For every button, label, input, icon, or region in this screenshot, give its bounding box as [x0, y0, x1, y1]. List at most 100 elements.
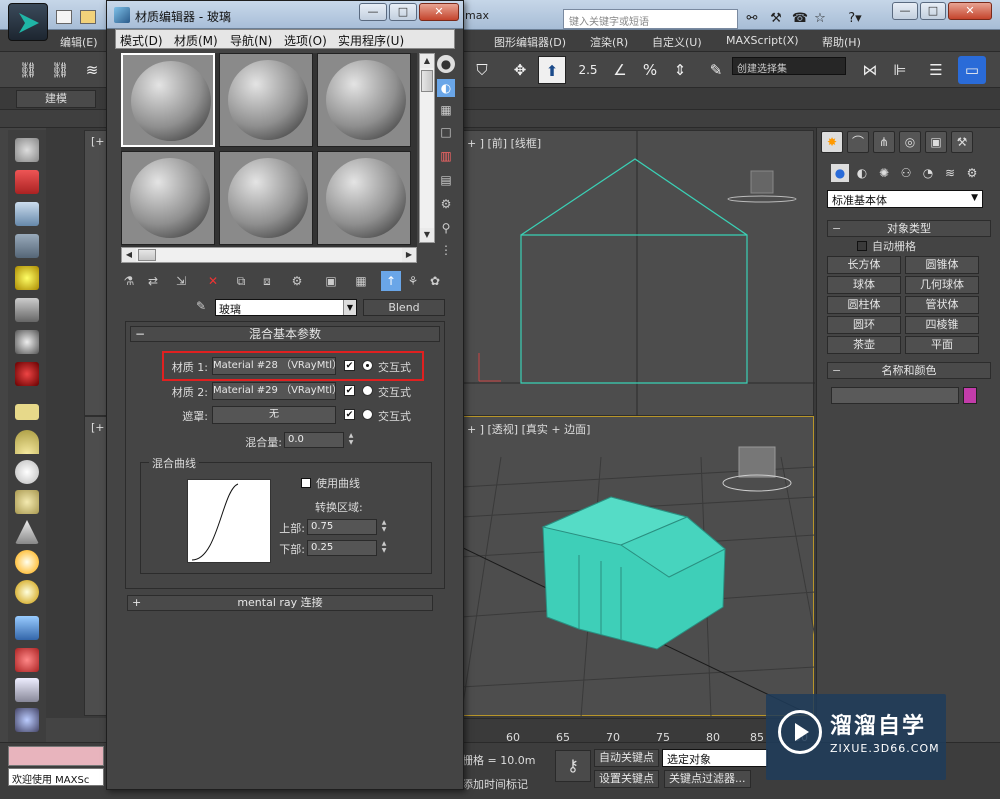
viewport-front[interactable]: + ] [前] [线框]	[460, 130, 815, 417]
particles-icon[interactable]	[15, 616, 39, 640]
background-checker-icon[interactable]: ▦	[437, 101, 455, 119]
mask-slot-button[interactable]: 无	[212, 406, 336, 424]
material2-enable-checkbox[interactable]: ✔	[344, 385, 355, 396]
menu-edit[interactable]: 编辑(E)	[60, 34, 98, 50]
move-icon[interactable]: ✥	[506, 56, 534, 84]
chevron-down-icon[interactable]: ▼	[343, 300, 356, 315]
pyramid-button[interactable]: 四棱锥	[905, 316, 979, 334]
material-editor-titlebar[interactable]: 材质编辑器 - 玻璃 — □ ✕	[107, 1, 463, 29]
cone-button[interactable]: 圆锥体	[905, 256, 979, 274]
object-color-swatch[interactable]	[963, 387, 977, 404]
scroll-up-icon[interactable]: ▲	[420, 54, 434, 68]
document-icon[interactable]	[15, 202, 39, 226]
shapes-icon[interactable]: ◐	[853, 164, 871, 182]
align-icon[interactable]: ⊫	[886, 56, 914, 84]
me-maximize-button[interactable]: □	[389, 3, 417, 21]
gear-icon[interactable]	[15, 708, 39, 732]
sample-slot-active[interactable]	[121, 53, 215, 147]
geometry-icon[interactable]: ●	[831, 164, 849, 182]
sample-slot[interactable]	[121, 151, 215, 245]
sphere-light-icon[interactable]	[15, 580, 39, 604]
go-to-parent-icon[interactable]: ↑	[381, 271, 401, 291]
named-selection-dropdown[interactable]: 创建选择集	[732, 57, 846, 75]
modify-tab-icon[interactable]: ⌒	[847, 131, 869, 153]
bind-spacewarp-icon[interactable]: ≋	[78, 56, 106, 84]
sample-slot[interactable]	[317, 151, 411, 245]
ribbon-tab-modeling[interactable]: 建模	[16, 90, 96, 108]
material2-interactive-radio[interactable]	[362, 385, 373, 396]
mask-interactive-radio[interactable]	[362, 409, 373, 420]
display-tab-icon[interactable]: ▣	[925, 131, 947, 153]
motion-tab-icon[interactable]: ◎	[899, 131, 921, 153]
sample-slot[interactable]	[219, 151, 313, 245]
assign-to-selection-icon[interactable]: ⇲	[171, 271, 191, 291]
pick-from-object-icon[interactable]: ✿	[425, 271, 445, 291]
options-icon[interactable]: ⚙	[437, 195, 455, 213]
me-close-button[interactable]: ✕	[419, 3, 459, 21]
viewport-perspective[interactable]: + ] [透视] [真实 + 边面]	[460, 416, 815, 717]
hscroll-thumb[interactable]	[138, 249, 156, 261]
timeline-ruler[interactable]: 60 65 70 75 80 85 90	[460, 718, 816, 744]
lights-icon[interactable]: ✺	[875, 164, 893, 182]
viewport-label[interactable]: [+	[91, 421, 105, 434]
name-color-rollout[interactable]: − 名称和颜色	[827, 362, 991, 379]
spinner-arrows-icon[interactable]: ▲ ▼	[379, 519, 389, 535]
sphere-button[interactable]: 球体	[827, 276, 901, 294]
material1-interactive-radio[interactable]	[362, 360, 373, 371]
open-file-icon[interactable]	[80, 10, 96, 24]
make-preview-icon[interactable]: ▤	[437, 171, 455, 189]
tools-icon[interactable]: ⚒	[766, 10, 786, 28]
info-icon[interactable]: ☎	[790, 10, 810, 28]
scroll-left-icon[interactable]: ◀	[122, 248, 136, 262]
link-icon[interactable]: ⛓	[14, 56, 42, 84]
vscroll-thumb[interactable]	[421, 70, 433, 92]
video-camera-icon[interactable]	[15, 362, 39, 386]
menu-rendering[interactable]: 渲染(R)	[590, 34, 628, 50]
key-selection-dropdown[interactable]: 选定对象	[662, 749, 768, 767]
menu-graph-editors[interactable]: 图形编辑器(D)	[494, 34, 566, 50]
me-menu-navigation[interactable]: 导航(N)	[230, 32, 272, 49]
systems-icon[interactable]: ⚙	[963, 164, 981, 182]
create-tab-icon[interactable]: ✸	[821, 131, 843, 153]
cameras-icon[interactable]: ⚇	[897, 164, 915, 182]
menu-maxscript[interactable]: MAXScript(X)	[726, 34, 799, 47]
me-menu-material[interactable]: 材质(M)	[174, 32, 218, 49]
scroll-right-icon[interactable]: ▶	[402, 248, 416, 262]
me-minimize-button[interactable]: —	[359, 3, 387, 21]
3dsmax-app-button[interactable]	[8, 3, 48, 41]
autogrid-checkbox[interactable]: 自动栅格	[857, 238, 916, 254]
menu-help[interactable]: 帮助(H)	[822, 34, 861, 50]
scroll-down-icon[interactable]: ▼	[420, 228, 434, 242]
material-name-dropdown[interactable]: 玻璃 ▼	[215, 299, 357, 316]
graphite-tools-icon[interactable]: ▭	[958, 56, 986, 84]
torus-button[interactable]: 圆环	[827, 316, 901, 334]
spinner-arrows-icon[interactable]: ▲ ▼	[346, 432, 356, 448]
mirror-icon[interactable]: ⋈	[856, 56, 884, 84]
help-icon[interactable]: ?▾	[842, 10, 868, 28]
lower-spinner[interactable]: 0.25	[307, 540, 377, 556]
material-id-channel-icon[interactable]: ⚙	[287, 271, 307, 291]
camera-icon[interactable]	[15, 298, 39, 322]
mask-enable-checkbox[interactable]: ✔	[344, 409, 355, 420]
dome-light-icon[interactable]	[15, 490, 39, 514]
hierarchy-tab-icon[interactable]: ⋔	[873, 131, 895, 153]
spinner-snap-icon[interactable]: ⇕	[666, 56, 694, 84]
key-filters-button[interactable]: 关键点过滤器...	[664, 770, 751, 788]
binoculars-icon[interactable]: ⚯	[742, 10, 762, 28]
show-end-result-icon[interactable]: ▦	[351, 271, 371, 291]
maxscript-listener-output[interactable]	[8, 746, 104, 766]
me-menu-modes[interactable]: 模式(D)	[120, 32, 163, 49]
key-icon[interactable]: ⚷	[555, 750, 591, 782]
me-menu-options[interactable]: 选项(O)	[284, 32, 327, 49]
geometry-icon[interactable]	[15, 678, 39, 702]
cylinder-button[interactable]: 圆柱体	[827, 296, 901, 314]
mix-amount-spinner[interactable]: 0.0	[284, 432, 344, 448]
maximize-button[interactable]: □	[920, 2, 946, 20]
material1-enable-checkbox[interactable]: ✔	[344, 360, 355, 371]
star-icon[interactable]: ☆	[810, 10, 830, 28]
object-type-rollout[interactable]: − 对象类型	[827, 220, 991, 237]
sample-slots-vscrollbar[interactable]: ▲ ▼	[419, 53, 435, 243]
plane-icon[interactable]	[15, 404, 39, 420]
put-to-scene-icon[interactable]: ⇄	[143, 271, 163, 291]
sun-icon[interactable]	[15, 550, 39, 574]
